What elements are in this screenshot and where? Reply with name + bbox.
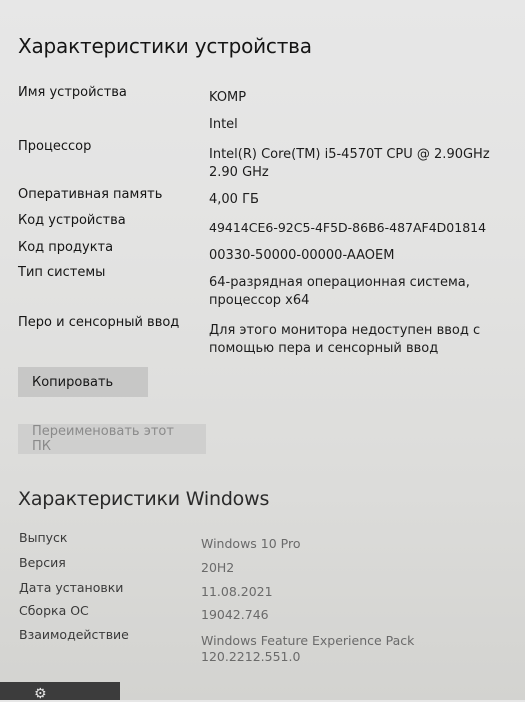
copy-button[interactable]: Копировать xyxy=(18,367,148,397)
experience-label: Взаимодействие xyxy=(19,627,129,642)
device-id-value: 49414CE6-92C5-4F5D-86B6-487AF4D01814 xyxy=(209,220,487,235)
pen-touch-value: Для этого монитора недоступен ввод с пом… xyxy=(209,323,481,356)
install-date-label: Дата установки xyxy=(19,580,124,595)
windows-specs-heading: Характеристики Windows xyxy=(18,488,270,510)
device-specs-heading: Характеристики устройства xyxy=(18,34,312,58)
pen-touch-label: Перо и сенсорный ввод xyxy=(18,315,180,330)
edition-value: Windows 10 Pro xyxy=(201,536,301,551)
install-date-value: 11.08.2021 xyxy=(201,584,273,599)
edition-label: Выпуск xyxy=(19,530,68,545)
version-label: Версия xyxy=(19,555,66,570)
device-id-label: Код устройства xyxy=(18,213,126,228)
product-id-value: 00330-50000-00000-AAOEM xyxy=(209,248,395,263)
ram-label: Оперативная память xyxy=(18,187,163,202)
rename-pc-button[interactable]: Переименовать этот ПК xyxy=(18,424,206,454)
about-page: Характеристики устройства Имя устройства… xyxy=(0,0,525,701)
device-name-label: Имя устройства xyxy=(18,85,127,100)
product-id-label: Код продукта xyxy=(18,240,114,255)
gear-icon[interactable]: ⚙ xyxy=(34,687,48,701)
os-build-value: 19042.746 xyxy=(201,607,269,622)
system-type-label: Тип системы xyxy=(18,265,106,280)
device-name-value: KOMP xyxy=(209,90,247,105)
ram-value: 4,00 ГБ xyxy=(209,192,259,207)
version-value: 20H2 xyxy=(201,560,235,575)
system-type-value: 64-разрядная операционная система, проце… xyxy=(209,275,470,308)
os-build-label: Сборка ОС xyxy=(19,603,89,618)
taskbar-fragment xyxy=(0,682,120,700)
device-name-extra-value: Intel xyxy=(209,117,238,132)
processor-label: Процессор xyxy=(18,139,92,154)
processor-value: Intel(R) Core(TM) i5-4570T CPU @ 2.90GHz… xyxy=(209,147,490,180)
experience-value: Windows Feature Experience Pack 120.2212… xyxy=(201,633,415,664)
